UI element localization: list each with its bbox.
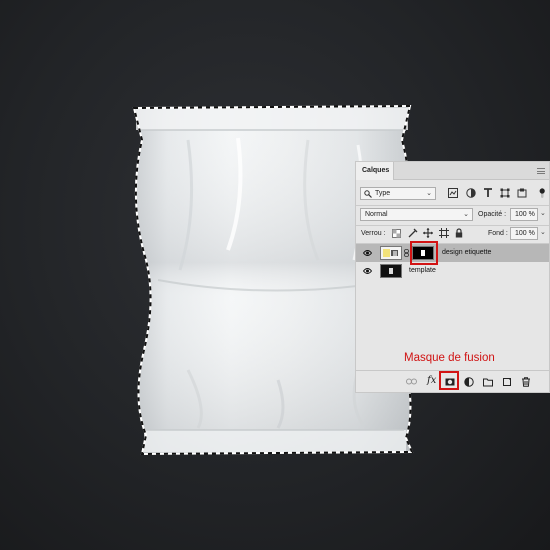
hamburger-icon[interactable] [537, 168, 545, 174]
lock-image-pixels-icon[interactable] [408, 228, 418, 238]
layer-row-design-etiquette[interactable]: design etiquette [356, 244, 549, 262]
blend-mode-dropdown[interactable]: Normal ⌄ [360, 208, 473, 221]
opacity-label: Opacité : [478, 211, 507, 218]
blend-mode-value: Normal [365, 211, 388, 218]
tab-calques[interactable]: Calques [356, 162, 394, 180]
lock-all-icon[interactable] [454, 228, 464, 238]
layer-row-template[interactable]: template [356, 262, 549, 280]
lock-transparent-pixels-icon[interactable] [392, 229, 401, 238]
eye-icon[interactable] [363, 267, 372, 275]
eye-icon[interactable] [363, 249, 372, 257]
filter-toggle-icon[interactable] [538, 188, 546, 198]
mask-button-highlight [439, 371, 459, 390]
lock-artboard-icon[interactable] [439, 228, 449, 238]
trash-icon[interactable] [521, 377, 531, 387]
filter-type-icon[interactable] [483, 188, 493, 198]
panel-tab-bar: Calques [356, 162, 549, 180]
fill-label: Fond : [488, 230, 508, 237]
chevron-down-icon: ⌄ [463, 211, 469, 218]
lock-position-icon[interactable] [423, 228, 433, 238]
fill-field[interactable]: 100 % [510, 227, 538, 240]
fx-icon[interactable]: fx [427, 375, 436, 386]
opacity-chevron-icon[interactable]: ⌄ [540, 209, 546, 217]
link-icon[interactable] [406, 378, 417, 385]
filter-adjustment-icon[interactable] [466, 188, 476, 198]
chevron-down-icon: ⌄ [426, 190, 432, 197]
chain-link-icon[interactable] [404, 249, 409, 257]
filter-shape-icon[interactable] [500, 188, 510, 198]
fill-value: 100 % [515, 230, 535, 237]
mask-thumbnail-highlight [410, 241, 438, 265]
opacity-value: 100 % [515, 211, 535, 218]
layer-name[interactable]: design etiquette [442, 244, 491, 262]
opacity-field[interactable]: 100 % [510, 208, 538, 221]
folder-icon[interactable] [483, 377, 493, 387]
search-icon [364, 190, 372, 198]
fill-chevron-icon[interactable]: ⌄ [540, 228, 546, 236]
annotation-label: Masque de fusion [404, 352, 495, 364]
filter-value: Type [375, 190, 391, 197]
filter-pixel-icon[interactable] [448, 188, 458, 198]
new-layer-icon[interactable] [502, 377, 512, 387]
layer-thumbnail [380, 246, 402, 260]
adjustment-layer-icon[interactable] [464, 377, 474, 387]
layer-thumbnail [380, 264, 402, 278]
lock-label: Verrou : [361, 230, 386, 237]
filter-smart-object-icon[interactable] [517, 188, 527, 198]
layer-filter-dropdown[interactable]: Type ⌄ [360, 187, 436, 200]
